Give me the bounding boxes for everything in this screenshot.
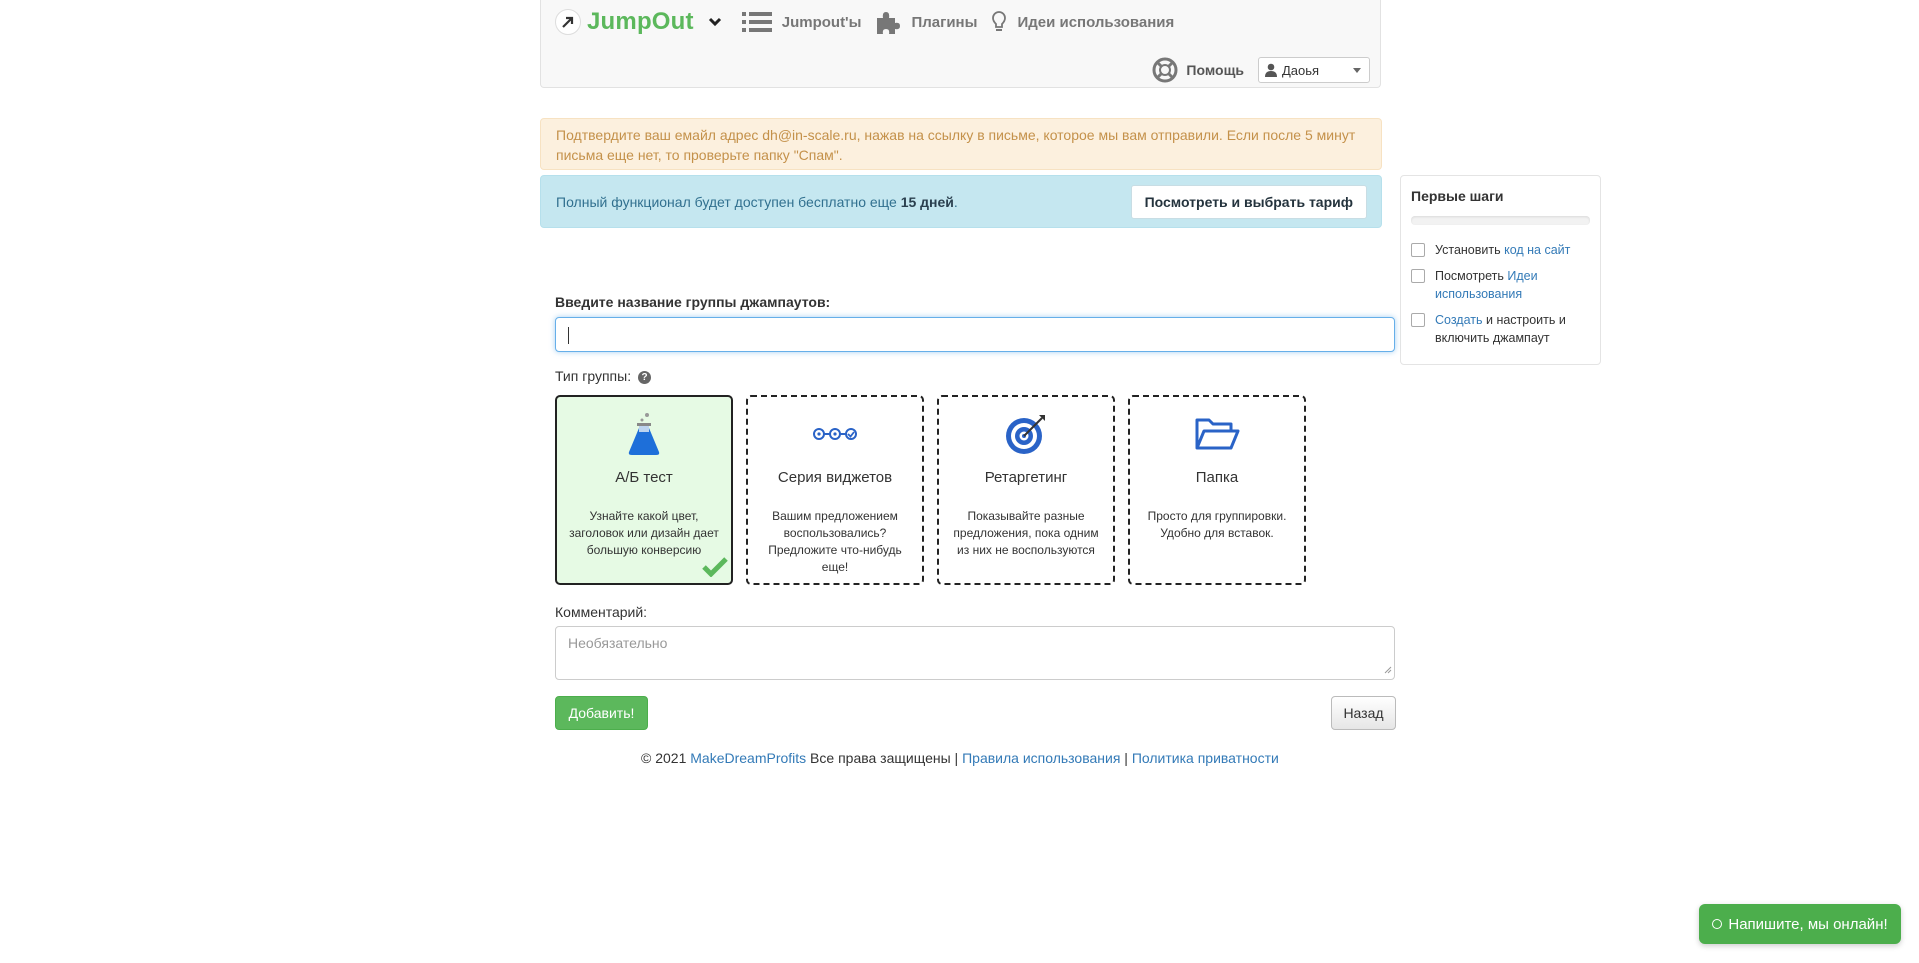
group-type-label: Тип группы: ?	[555, 368, 652, 384]
type-card-title: Папка	[1195, 469, 1239, 486]
puzzle-icon	[877, 12, 901, 34]
logo-arrow-icon	[555, 9, 581, 35]
step-install-code: Установить код на сайт	[1411, 241, 1590, 259]
target-icon	[939, 411, 1113, 457]
group-name-input[interactable]	[555, 317, 1395, 352]
type-card-widget-series[interactable]: Серия виджетов Вашим предложением воспол…	[746, 395, 924, 585]
nav-plugins-label: Плагины	[911, 13, 978, 31]
create-link[interactable]: Создать	[1435, 313, 1483, 327]
first-steps-panel: Первые шаги Установить код на сайт Посмо…	[1400, 175, 1601, 365]
flask-icon	[557, 411, 731, 457]
add-button[interactable]: Добавить!	[555, 696, 648, 730]
group-name-label: Введите название группы джампаутов:	[555, 294, 831, 310]
nav-right: Помощь Даоья	[1152, 57, 1370, 83]
step-text-before: Посмотреть	[1435, 269, 1508, 283]
privacy-link[interactable]: Политика приватности	[1132, 750, 1279, 766]
type-card-title: Ретаргетинг	[984, 469, 1068, 486]
step-text: Посмотреть Идеи использования	[1435, 267, 1590, 303]
user-name: Даоья	[1282, 62, 1320, 78]
back-button[interactable]: Назад	[1331, 696, 1396, 730]
list-icon	[741, 12, 772, 32]
lifebuoy-icon	[1152, 57, 1178, 83]
trial-info-alert: Полный функционал будет доступен бесплат…	[540, 175, 1382, 228]
comment-placeholder: Необязательно	[568, 635, 668, 651]
footer-text: © 2021 MakeDreamProfits Все права защище…	[641, 750, 1279, 766]
user-icon	[1265, 63, 1277, 77]
logo[interactable]: JumpOut	[555, 8, 694, 36]
caret-down-icon	[1353, 68, 1361, 73]
nav-plugins[interactable]: Плагины	[875, 10, 977, 34]
type-card-folder[interactable]: Папка Просто для группировки. Удобно для…	[1128, 395, 1306, 585]
trial-info-prefix: Полный функционал будет доступен бесплат…	[556, 193, 901, 210]
chain-icon	[748, 411, 922, 457]
top-navbar: JumpOut Jumpout'ы Плагины Идеи использов…	[540, 0, 1381, 88]
type-card-ab-test[interactable]: А/Б тест Узнайте какой цвет, заголовок и…	[555, 395, 733, 585]
help-label: Помощь	[1186, 62, 1244, 78]
footer-separator: |	[1120, 750, 1132, 766]
nav-ideas-label: Идеи использования	[1017, 13, 1175, 31]
logo-text: JumpOut	[587, 8, 694, 35]
type-card-desc: Показывайте разные предложения, пока одн…	[953, 509, 1099, 557]
step-text: Установить код на сайт	[1435, 241, 1570, 259]
terms-link[interactable]: Правила использования	[962, 750, 1120, 766]
lightbulb-icon	[992, 11, 1007, 31]
nav-jumpouts-label: Jumpout'ы	[781, 13, 862, 31]
resize-grip-icon[interactable]	[1384, 661, 1392, 677]
comment-textarea[interactable]: Необязательно	[555, 626, 1395, 680]
text-cursor	[568, 327, 569, 344]
first-steps-progress	[1411, 216, 1590, 225]
type-card-title: А/Б тест	[615, 469, 673, 486]
online-status-icon	[1712, 919, 1723, 929]
step-text: Создать и настроить и включить джампаут	[1435, 311, 1590, 347]
trial-days: 15 дней	[900, 193, 954, 210]
install-code-link[interactable]: код на сайт	[1504, 243, 1570, 257]
email-confirm-text: Подтвердите ваш емайл адрес dh@in-scale.…	[556, 127, 1356, 163]
group-type-label-text: Тип группы:	[555, 368, 632, 384]
help-link[interactable]: Помощь	[1152, 57, 1244, 83]
chat-label: Напишите, мы онлайн!	[1728, 915, 1888, 933]
folder-icon	[1130, 411, 1304, 457]
nav-jumpouts[interactable]: Jumpout'ы	[741, 11, 862, 33]
rights-text: Все права защищены |	[806, 750, 963, 766]
first-steps-title: Первые шаги	[1411, 188, 1504, 204]
step-checkbox[interactable]	[1411, 313, 1425, 327]
chat-widget-button[interactable]: Напишите, мы онлайн!	[1699, 904, 1901, 944]
type-card-desc: Вашим предложением воспользовались? Пред…	[768, 509, 902, 574]
company-link[interactable]: MakeDreamProfits	[690, 750, 806, 766]
copyright-text: © 2021	[641, 750, 691, 766]
step-text-before: Установить	[1435, 243, 1505, 257]
trial-info-suffix: .	[953, 193, 958, 210]
type-card-desc: Узнайте какой цвет, заголовок или дизайн…	[569, 509, 719, 557]
step-checkbox[interactable]	[1411, 243, 1425, 257]
type-card-desc: Просто для группировки. Удобно для встав…	[1147, 509, 1287, 540]
help-question-icon[interactable]: ?	[638, 370, 652, 384]
nav-row: JumpOut Jumpout'ы Плагины Идеи использов…	[555, 8, 1188, 36]
type-card-retargeting[interactable]: Ретаргетинг Показывайте разные предложен…	[937, 395, 1115, 585]
step-checkbox[interactable]	[1411, 269, 1425, 283]
checkmark-icon	[702, 557, 728, 580]
user-dropdown[interactable]: Даоья	[1258, 57, 1370, 83]
comment-label: Комментарий:	[555, 604, 648, 620]
chevron-down-icon[interactable]	[708, 17, 722, 27]
email-confirm-alert: Подтвердите ваш емайл адрес dh@in-scale.…	[540, 118, 1382, 170]
step-view-ideas: Посмотреть Идеи использования	[1411, 267, 1590, 303]
step-create-jumpout: Создать и настроить и включить джампаут	[1411, 311, 1590, 347]
nav-ideas[interactable]: Идеи использования	[991, 10, 1174, 34]
trial-info-text: Полный функционал будет доступен бесплат…	[556, 194, 958, 210]
view-tariffs-button[interactable]: Посмотреть и выбрать тариф	[1130, 184, 1367, 219]
type-card-title: Серия виджетов	[777, 469, 893, 486]
group-type-cards: А/Б тест Узнайте какой цвет, заголовок и…	[555, 395, 1319, 585]
